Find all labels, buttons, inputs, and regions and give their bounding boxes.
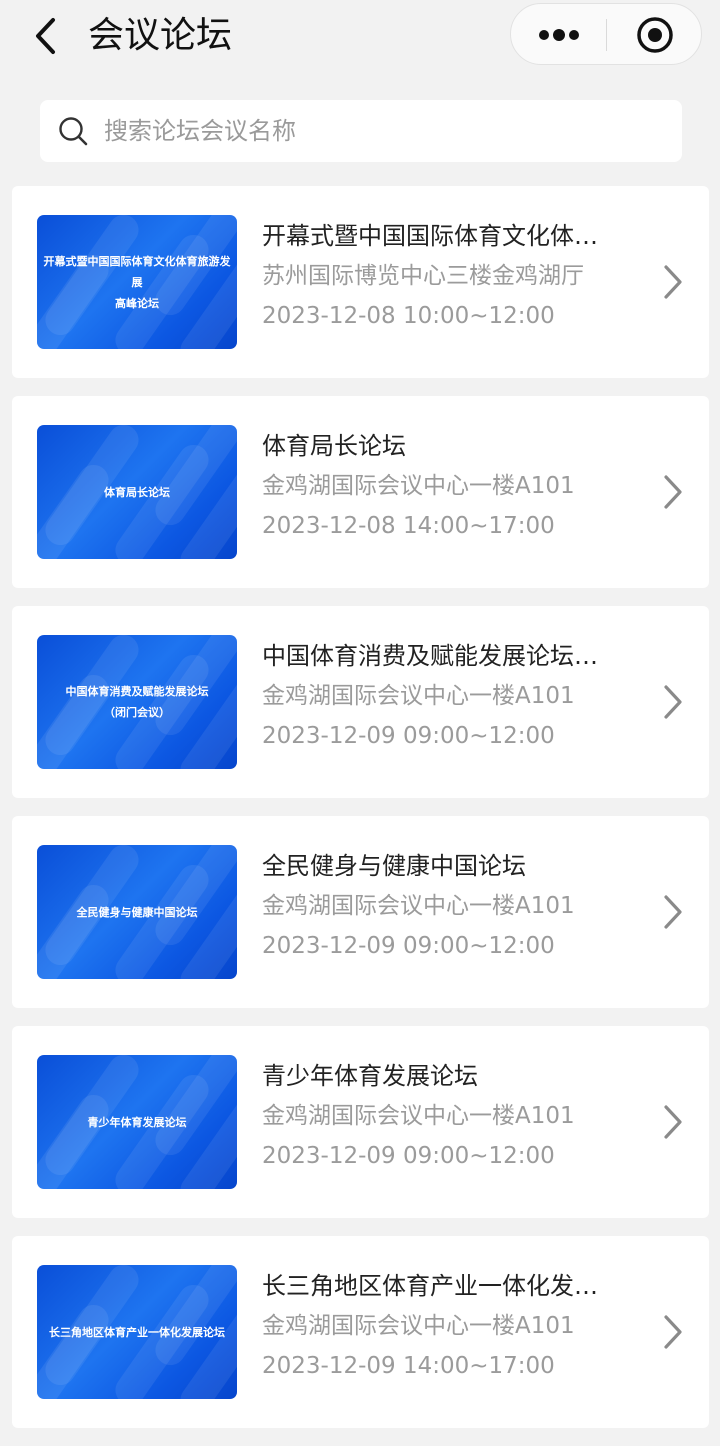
forum-time: 2023-12-09 09:00~12:00	[262, 723, 555, 749]
page-title: 会议论坛	[88, 15, 233, 56]
forum-title: 开幕式暨中国国际体育文化体育旅游发展高峰论坛	[262, 222, 602, 250]
thumbnail-caption-line: 全民健身与健康中国论坛	[76, 905, 198, 919]
forum-card[interactable]: 中国体育消费及赋能发展论坛 （闭门会议） 中国体育消费及赋能发展论坛（闭门会议） 金鸡…	[12, 606, 709, 798]
back-arrow-icon	[36, 18, 55, 54]
chevron-right-icon	[664, 1315, 682, 1349]
chevron-right-icon	[664, 265, 682, 299]
thumbnail-caption-line: 长三角地区体育产业一体化发展论坛	[49, 1325, 225, 1339]
search-bar[interactable]	[40, 100, 682, 162]
forum-title: 中国体育消费及赋能发展论坛（闭门会议）	[262, 642, 602, 670]
forum-venue: 金鸡湖国际会议中心一楼A101	[262, 1103, 575, 1129]
forum-venue: 金鸡湖国际会议中心一楼A101	[262, 473, 575, 499]
thumbnail-caption-line: 青少年体育发展论坛	[87, 1115, 187, 1129]
forum-time: 2023-12-09 14:00~17:00	[262, 1353, 555, 1379]
forum-info: 中国体育消费及赋能发展论坛（闭门会议） 金鸡湖国际会议中心一楼A101 2023-1…	[262, 636, 602, 756]
thumbnail-caption-line: （闭门会议）	[104, 706, 170, 719]
forum-card[interactable]: 长三角地区体育产业一体化发展论坛长三角地区体育产业一体化发展论坛金鸡湖国际会议中…	[12, 1236, 709, 1428]
forum-thumbnail: 全民健身与健康中国论坛	[37, 845, 237, 979]
forum-title: 全民健身与健康中国论坛	[262, 852, 526, 880]
forum-info: 长三角地区体育产业一体化发展论坛金鸡湖国际会议中心一楼A101 2023-12-0…	[262, 1266, 602, 1386]
forum-time: 2023-12-08 14:00~17:00	[262, 513, 555, 539]
thumbnail-caption-line: 中国体育消费及赋能发展论坛	[65, 685, 209, 698]
chevron-right-icon	[664, 1105, 682, 1139]
navigation-bar: 会议论坛	[0, 0, 720, 82]
thumbnail-caption-line: 高峰论坛	[115, 296, 159, 310]
thumbnail-caption: 青少年体育发展论坛	[43, 1055, 231, 1189]
forum-time: 2023-12-08 10:00~12:00	[262, 303, 555, 329]
search-icon	[59, 117, 88, 146]
forum-info: 青少年体育发展论坛金鸡湖国际会议中心一楼A101 2023-12-09 09:00…	[262, 1056, 602, 1176]
forum-thumbnail: 青少年体育发展论坛	[37, 1055, 237, 1189]
forum-venue: 金鸡湖国际会议中心一楼A101	[262, 893, 575, 919]
forum-title: 体育局长论坛	[262, 432, 406, 460]
forum-card[interactable]: 青少年体育发展论坛 青少年体育发展论坛 金鸡湖国际会议中心一楼A101 2023-12…	[12, 1026, 709, 1218]
forum-time: 2023-12-09 09:00~12:00	[262, 1143, 555, 1169]
forum-card[interactable]: 开幕式暨中国国际体育文化体育旅游发展高峰论坛开幕式暨中国国际体育文化体育旅游发展…	[12, 186, 709, 378]
forum-card[interactable]: 体育局长论坛 体育局长论坛 金鸡湖国际会议中心一楼A101 2023-12-08 14…	[12, 396, 709, 588]
forum-thumbnail: 体育局长论坛	[37, 425, 237, 559]
target-close-icon	[637, 17, 673, 53]
forum-thumbnail: 长三角地区体育产业一体化发展论坛	[37, 1265, 237, 1399]
thumbnail-caption: 长三角地区体育产业一体化发展论坛	[43, 1265, 231, 1399]
forum-thumbnail: 中国体育消费及赋能发展论坛 （闭门会议）	[37, 635, 237, 769]
forum-info: 开幕式暨中国国际体育文化体育旅游发展高峰论坛苏州国际博览中心三楼金鸡湖厅 2023…	[262, 216, 602, 336]
forum-venue: 金鸡湖国际会议中心一楼A101	[262, 1313, 575, 1339]
thumbnail-caption-line: 体育局长论坛	[104, 485, 170, 499]
thumbnail-caption: 开幕式暨中国国际体育文化体育旅游发展高峰论坛	[43, 215, 231, 349]
more-options-button[interactable]	[511, 4, 606, 66]
thumbnail-caption-line: 开幕式暨中国国际体育文化体育旅游发展	[43, 254, 231, 289]
forum-info: 体育局长论坛金鸡湖国际会议中心一楼A101 2023-12-08 14:00~17…	[262, 426, 602, 546]
thumbnail-caption: 全民健身与健康中国论坛	[43, 845, 231, 979]
back-button[interactable]	[26, 14, 66, 58]
forum-title: 长三角地区体育产业一体化发展论坛	[262, 1272, 602, 1300]
forum-title: 青少年体育发展论坛	[262, 1062, 478, 1090]
forum-card[interactable]: 全民健身与健康中国论坛 全民健身与健康中国论坛 金鸡湖国际会议中心一楼A101 202…	[12, 816, 709, 1008]
chevron-right-icon	[664, 475, 682, 509]
forum-list: 开幕式暨中国国际体育文化体育旅游发展高峰论坛开幕式暨中国国际体育文化体育旅游发展…	[12, 186, 709, 1446]
mini-program-capsule	[510, 3, 702, 65]
forum-info: 全民健身与健康中国论坛金鸡湖国际会议中心一楼A101 2023-12-09 09:…	[262, 846, 602, 966]
thumbnail-caption: 中国体育消费及赋能发展论坛 （闭门会议）	[43, 635, 231, 769]
chevron-right-icon	[664, 895, 682, 929]
forum-venue: 苏州国际博览中心三楼金鸡湖厅	[262, 263, 584, 289]
forum-venue: 金鸡湖国际会议中心一楼A101	[262, 683, 575, 709]
more-dots-icon	[538, 29, 579, 41]
chevron-right-icon	[664, 685, 682, 719]
forum-time: 2023-12-09 09:00~12:00	[262, 933, 555, 959]
forum-thumbnail: 开幕式暨中国国际体育文化体育旅游发展高峰论坛	[37, 215, 237, 349]
close-mini-program-button[interactable]	[607, 4, 703, 66]
thumbnail-caption: 体育局长论坛	[43, 425, 231, 559]
search-input[interactable]	[104, 100, 664, 162]
